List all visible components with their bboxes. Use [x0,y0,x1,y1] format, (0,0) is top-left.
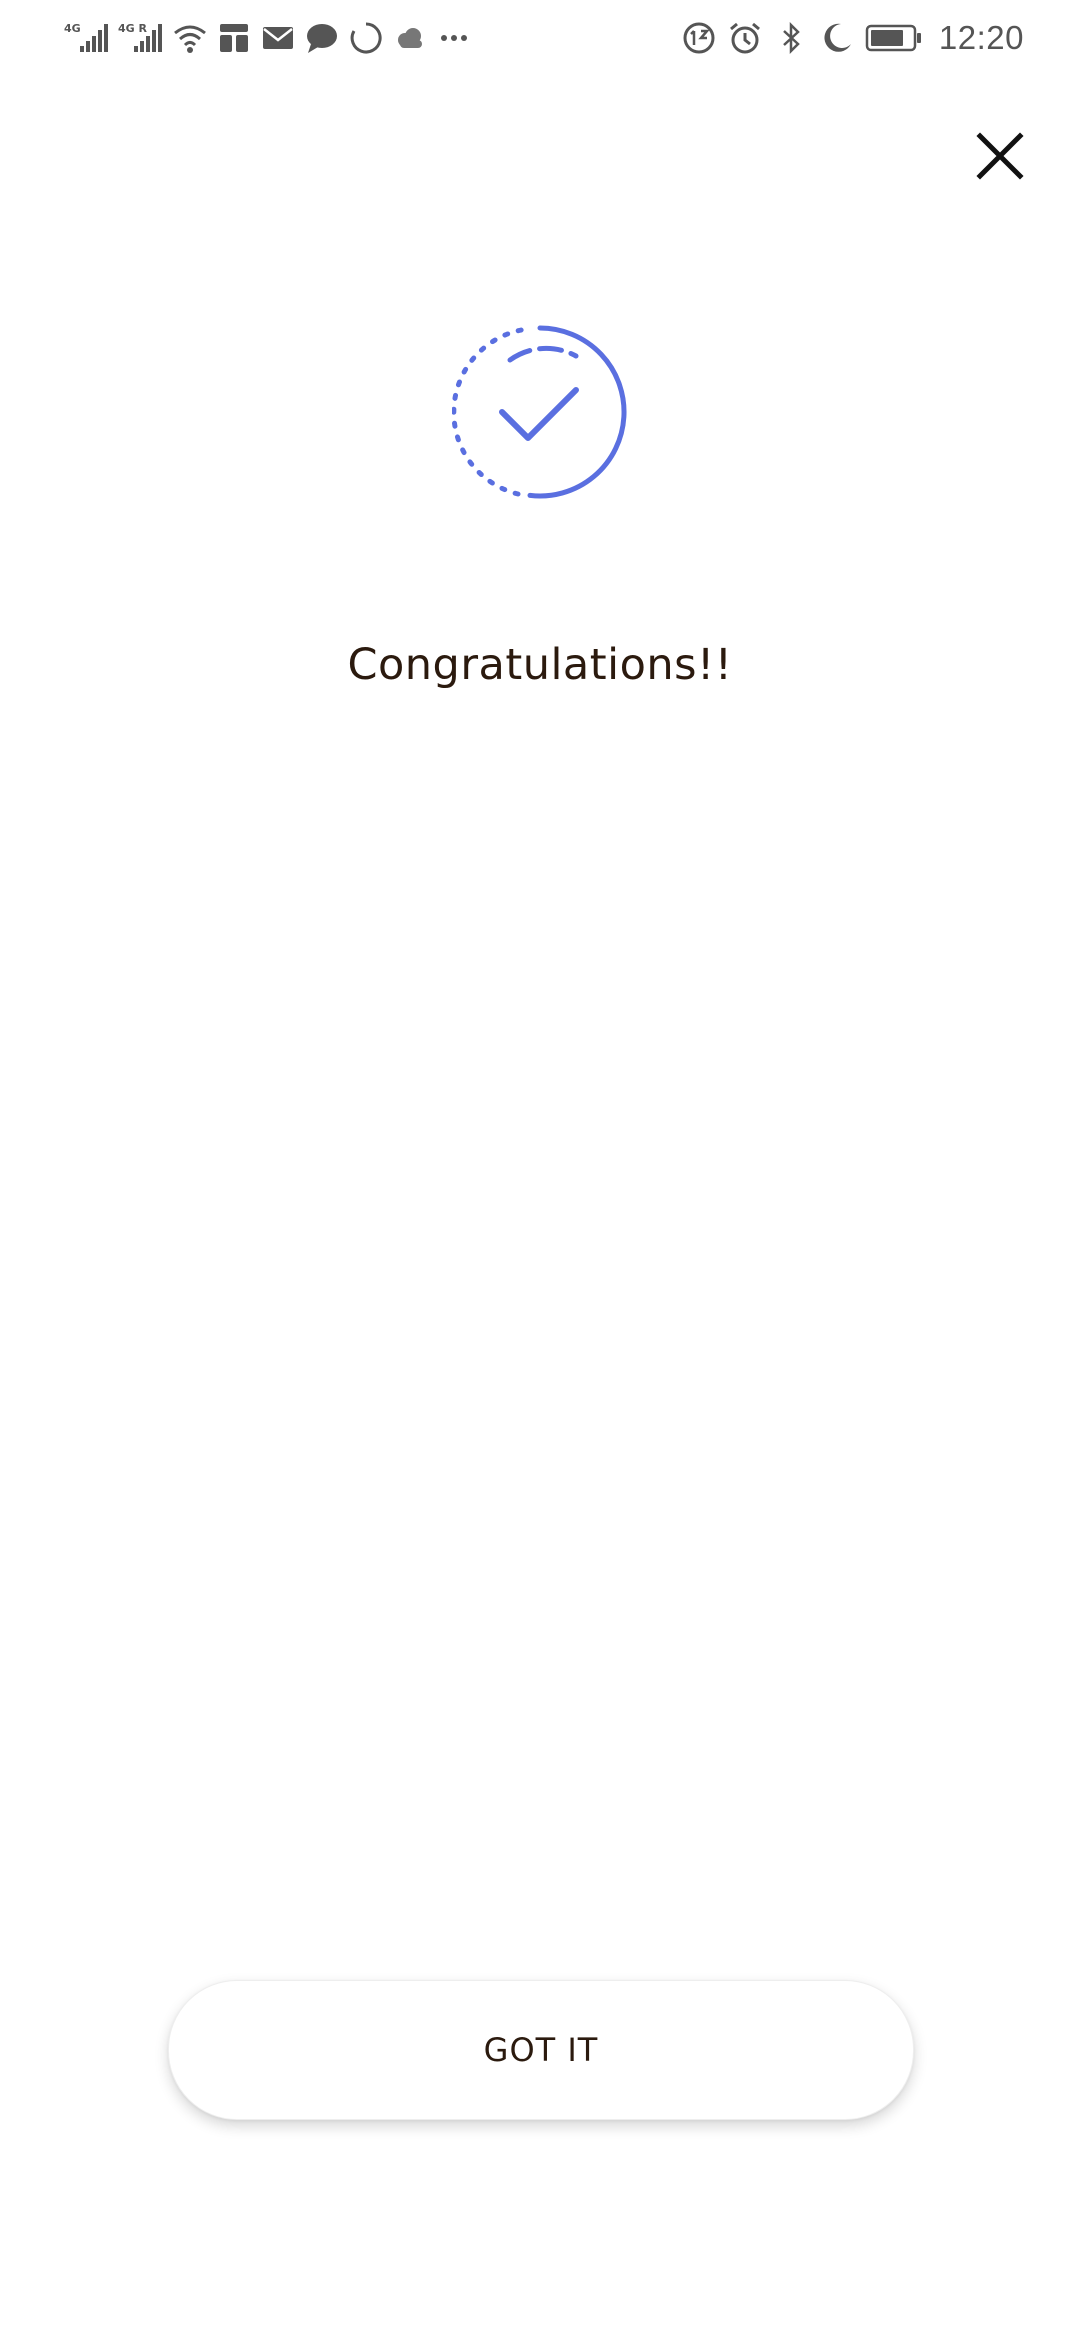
wifi-icon [172,20,208,56]
chat-icon [304,20,340,56]
signal-4g-icon: 4G [64,20,110,56]
alarm-icon [727,20,763,56]
bluetooth-icon [773,20,809,56]
more-notifications-icon [436,20,472,56]
close-button[interactable] [972,128,1028,184]
congratulations-title: Congratulations!! [347,640,733,690]
got-it-button-label: GOT IT [483,2031,599,2069]
status-bar-right: 12:20 [681,18,1024,58]
check-circle-icon [452,324,628,500]
close-icon [972,128,1028,184]
data-saver-icon [681,20,717,56]
signal-4g-roaming-icon: 4G R [118,20,164,56]
mail-icon [260,20,296,56]
do-not-disturb-icon [819,20,855,56]
status-time: 12:20 [938,19,1024,56]
svg-text:4G: 4G [64,22,81,35]
app-notification-icon [216,20,252,56]
sync-icon [348,20,384,56]
battery-icon [865,20,923,56]
svg-text:4G R: 4G R [118,22,148,35]
status-bar: 4G 4G R 12:20 [0,0,1080,76]
got-it-button[interactable]: GOT IT [168,1980,914,2120]
cloud-icon [392,20,428,56]
status-bar-left: 4G 4G R [64,18,472,58]
